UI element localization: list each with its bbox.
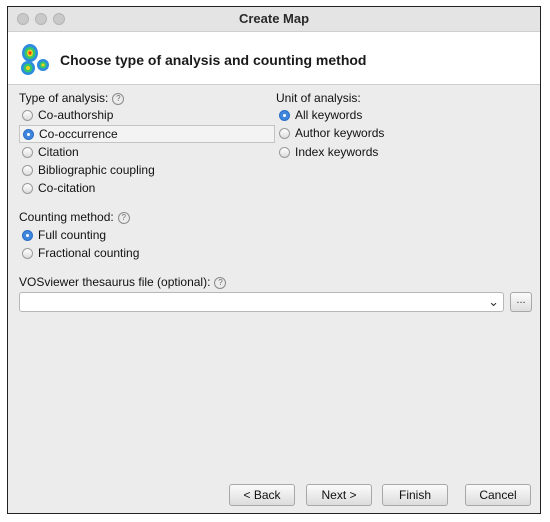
radio-button[interactable] [22,165,33,176]
next-button[interactable]: Next > [306,484,372,506]
type-of-analysis-label: Type of analysis: [19,91,109,105]
radio-label: Index keywords [295,145,379,159]
radio-full-counting[interactable]: Full counting [19,227,219,245]
title-bar: Create Map [8,7,540,32]
radio-label: Author keywords [295,126,385,140]
radio-bibliographic-coupling[interactable]: Bibliographic coupling [19,162,259,180]
back-button[interactable]: < Back [229,484,295,506]
create-map-dialog: Create Map Choose type of analysis and c… [7,6,541,514]
help-icon[interactable]: ? [117,212,130,224]
radio-co-occurrence[interactable]: Co-occurrence [19,125,275,143]
radio-button[interactable] [279,147,290,158]
radio-label: Co-citation [38,181,96,195]
thesaurus-file-combobox[interactable]: ⌄ [19,292,504,312]
radio-label: Citation [38,145,79,159]
radio-button-selected[interactable] [22,230,33,241]
radio-button[interactable] [279,128,290,139]
finish-button[interactable]: Finish [382,484,448,506]
radio-label: Co-occurrence [39,127,118,141]
radio-fractional-counting[interactable]: Fractional counting [19,245,219,263]
thesaurus-label: VOSviewer thesaurus file (optional): [19,275,211,289]
window-title: Create Map [238,11,310,26]
wizard-header: Choose type of analysis and counting met… [8,32,540,85]
radio-author-keywords[interactable]: Author keywords [276,125,476,143]
radio-button[interactable] [22,147,33,158]
radio-label: Fractional counting [38,246,140,260]
type-of-analysis-heading: Type of analysis:? [19,91,125,105]
radio-button[interactable] [22,183,33,194]
radio-button[interactable] [22,110,33,121]
radio-button-selected[interactable] [23,129,34,140]
vosviewer-heatmap-icon [21,44,49,75]
counting-method-label: Counting method: [19,210,114,224]
help-icon[interactable]: ? [112,93,125,105]
counting-method-heading: Counting method:? [19,210,130,224]
radio-label: Bibliographic coupling [38,163,155,177]
radio-label: Co-authorship [38,108,114,122]
wizard-heading: Choose type of analysis and counting met… [60,52,367,68]
help-icon[interactable]: ? [214,277,227,289]
radio-co-authorship[interactable]: Co-authorship [19,107,259,125]
unit-of-analysis-label: Unit of analysis: [276,91,361,105]
radio-button-selected[interactable] [279,110,290,121]
chevron-down-icon[interactable]: ⌄ [488,294,499,310]
radio-label: Full counting [38,228,107,242]
radio-index-keywords[interactable]: Index keywords [276,144,476,162]
radio-all-keywords[interactable]: All keywords [276,107,476,125]
radio-co-citation[interactable]: Co-citation [19,180,259,198]
thesaurus-heading: VOSviewer thesaurus file (optional):? [19,275,227,289]
radio-button[interactable] [22,248,33,259]
browse-button[interactable]: ... [510,292,532,312]
cancel-button[interactable]: Cancel [465,484,531,506]
radio-label: All keywords [295,108,363,122]
radio-citation[interactable]: Citation [19,144,259,162]
